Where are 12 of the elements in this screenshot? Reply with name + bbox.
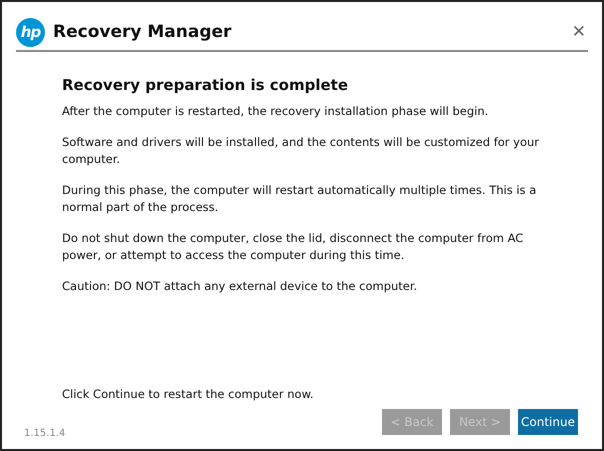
- paragraph: Caution: DO NOT attach any external device to the computer.: [62, 278, 418, 295]
- version-label: 1.15.1.4: [24, 428, 66, 439]
- paragraph: During this phase, the computer will restart automatically multiple times. This is a normal part of the process.: [62, 182, 538, 216]
- window-title: Recovery Manager: [53, 22, 232, 42]
- paragraph: After the computer is restarted, the recovery installation phase will begin.: [62, 103, 490, 120]
- heading: Recovery preparation is complete: [62, 76, 349, 94]
- paragraph: Software and drivers will be installed, and the contents will be customized for your computer.: [62, 134, 540, 168]
- close-button[interactable]: ✕: [570, 22, 588, 42]
- paragraph: Do not shut down the computer, close the lid, disconnect the computer from AC power, or attempt to access the computer during this time.: [62, 230, 524, 264]
- logo: hp: [16, 18, 45, 46]
- prompt-text: Click Continue to restart the computer now.: [62, 387, 315, 401]
- continue-button[interactable]: Continue: [518, 409, 578, 435]
